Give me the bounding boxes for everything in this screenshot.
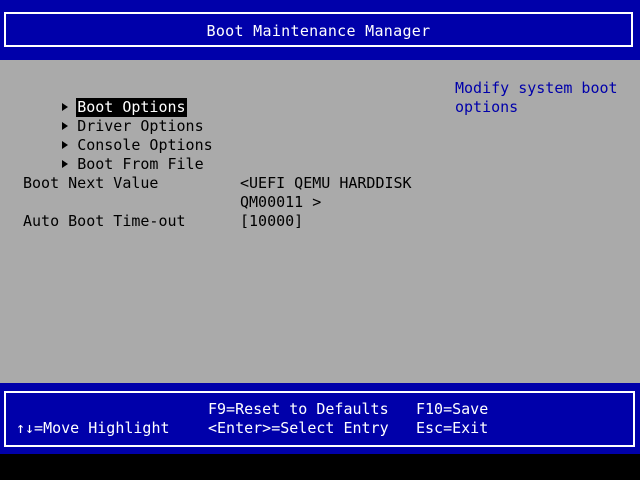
boot-next-label: Boot Next Value [23, 174, 159, 192]
main-panel: Boot Options Driver Options Console Opti… [0, 60, 640, 383]
menu-item-boot-options[interactable]: Boot Options [8, 79, 187, 117]
reset-defaults-hint: F9=Reset to Defaults [208, 400, 389, 418]
footer-bar: F9=Reset to Defaults F10=Save ↑↓=Move Hi… [0, 383, 640, 454]
auto-boot-timeout-value[interactable]: [10000] [240, 212, 303, 231]
boot-next-value[interactable]: <UEFI QEMU HARDDISK [240, 174, 412, 193]
move-highlight-hint: ↑↓=Move Highlight [16, 419, 170, 437]
menu-item-boot-from-file[interactable]: Boot From File [8, 136, 205, 173]
page-title: Boot Maintenance Manager [206, 22, 431, 40]
menu-item-driver-options[interactable]: Driver Options [8, 98, 205, 135]
save-hint: F10=Save [416, 400, 489, 418]
menu-item-label: Boot From File [77, 155, 204, 173]
select-entry-hint: <Enter>=Select Entry [208, 419, 389, 437]
exit-hint: Esc=Exit [416, 419, 489, 437]
auto-boot-timeout-label: Auto Boot Time-out [23, 212, 186, 230]
header-frame: Boot Maintenance Manager [4, 12, 633, 47]
footer-frame: F9=Reset to Defaults F10=Save ↑↓=Move Hi… [4, 391, 635, 447]
menu-item-console-options[interactable]: Console Options [8, 117, 214, 154]
boot-next-value-continued[interactable]: QM00011 > [240, 193, 321, 212]
header-bar: Boot Maintenance Manager [0, 0, 640, 60]
bios-screen: Boot Maintenance Manager Boot Options Dr… [0, 0, 640, 480]
right-arrow-icon [62, 160, 69, 168]
help-text: Modify system boot options [455, 79, 618, 116]
bottom-strip [0, 454, 640, 480]
